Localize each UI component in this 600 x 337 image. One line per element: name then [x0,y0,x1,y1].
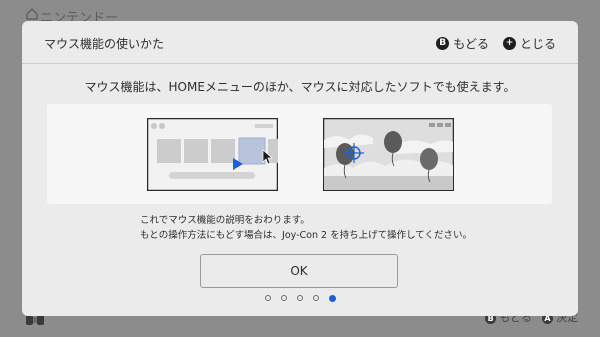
page-dot-5-active [328,295,336,302]
illustration-panel [47,104,552,204]
back-label: もどる [453,37,489,51]
page-dot-1 [264,295,271,301]
info-line-1: これでマウス機能の説明をおわります。 [140,215,310,226]
info-text: これでマウス機能の説明をおわります。 もとの操作方法にもどす場合は、Joy-Co… [140,213,472,243]
b-button-icon: B [436,37,450,50]
close-label: とじる [519,37,556,51]
plus-button-icon: + [502,37,516,50]
balloon-game-illustration [323,118,454,191]
back-button[interactable]: B もどる [436,35,489,52]
description-text: マウス機能は、HOMEメニューのほか、マウスに対応したソフトでも使えます。 [84,80,516,94]
page-dot-2 [280,295,287,301]
home-menu-illustration [147,118,278,191]
close-button[interactable]: + とじる [502,35,556,52]
ok-button[interactable]: OK [200,254,398,288]
page-indicator [22,295,578,302]
dialog-title: マウス機能の使いかた [44,37,165,51]
info-line-2: もとの操作方法にもどす場合は、Joy-Con 2 を持ち上げて操作してください。 [140,230,473,241]
dialog-header: マウス機能の使いかた B もどる + とじる [22,21,578,64]
page-dot-4 [312,295,319,301]
home-icon [26,8,38,20]
page-dot-3 [296,295,303,301]
mouse-guide-dialog: マウス機能の使いかた B もどる + とじる マウス機能は、HOMEメニューのほ… [22,21,578,316]
header-actions: B もどる + とじる [436,35,556,52]
